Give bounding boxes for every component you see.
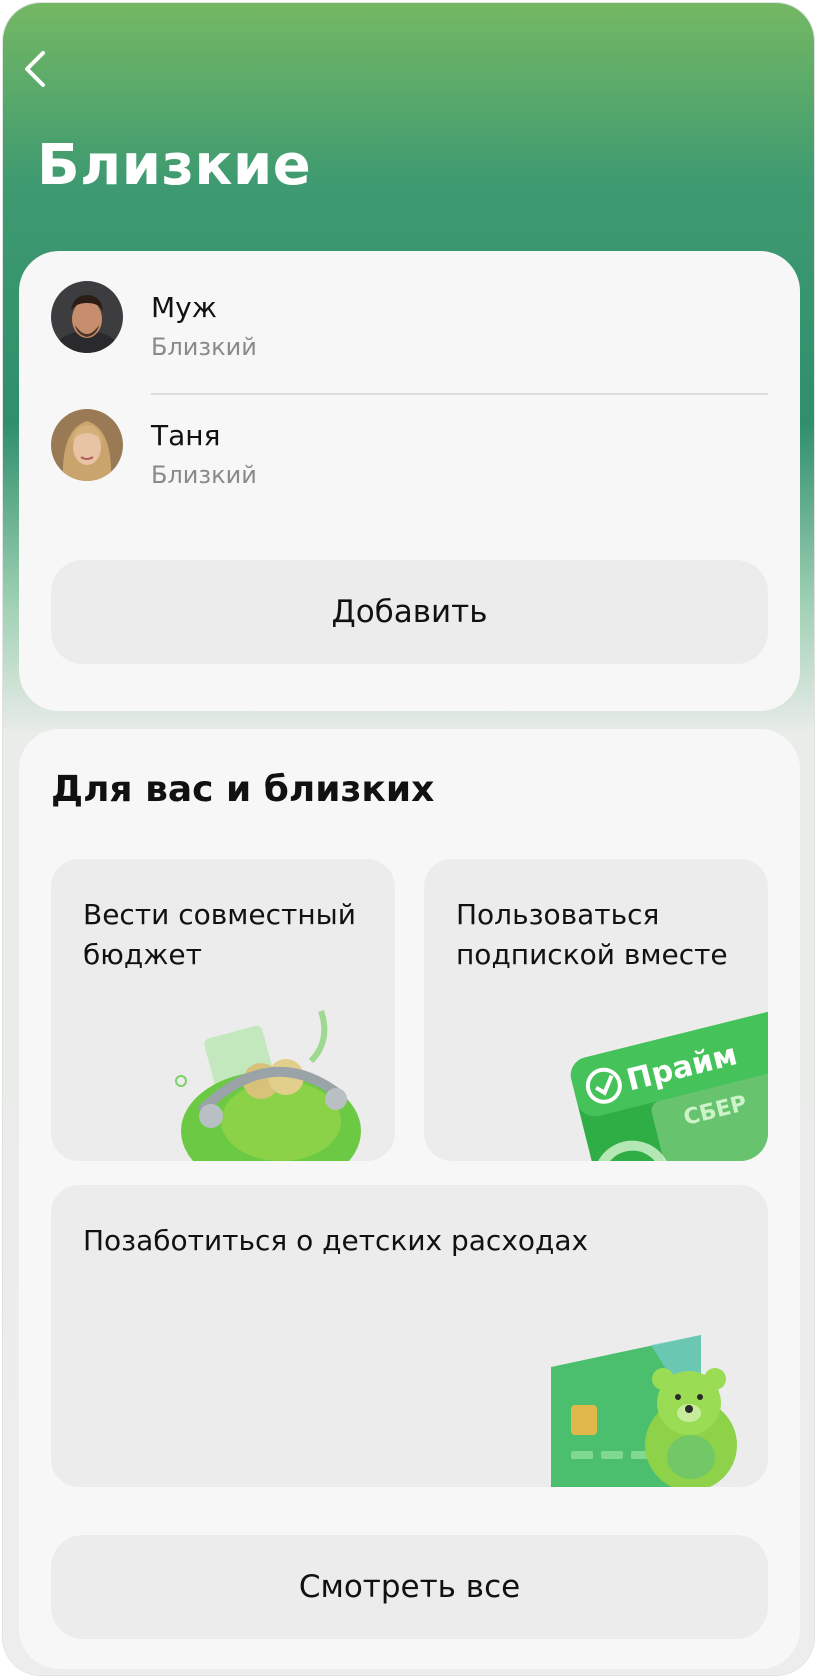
- tile-label: Позаботиться о детских расходах: [83, 1224, 589, 1257]
- avatar: [51, 281, 123, 353]
- screen: Близкие Муж Близкий Таня Близкий Добавит…: [3, 3, 814, 1675]
- kids-card-with-teddy-bear-illustration: [551, 1335, 737, 1487]
- prime-subscription-card-illustration: Прайм СБЕР: [570, 1010, 768, 1161]
- add-button[interactable]: Добавить: [51, 560, 768, 664]
- avatar: [51, 409, 123, 481]
- page-title: Близкие: [37, 133, 312, 198]
- tile-label: Пользоваться подпиской вместе: [456, 898, 728, 971]
- contact-role: Близкий: [151, 461, 257, 489]
- section-title: Для вас и близких: [51, 769, 435, 810]
- wallet-with-coins-illustration: [175, 1010, 361, 1161]
- contact-item-tanya[interactable]: Таня Близкий: [19, 409, 800, 519]
- contact-role: Близкий: [151, 333, 257, 361]
- divider: [151, 393, 768, 395]
- tile-kids-expenses[interactable]: Позаботиться о детских расходах: [51, 1185, 768, 1487]
- offers-card: Для вас и близких Вести совместный бюдже…: [19, 729, 800, 1669]
- tile-shared-budget[interactable]: Вести совместный бюджет: [51, 859, 395, 1161]
- contacts-card: Муж Близкий Таня Близкий Добавить: [19, 251, 800, 711]
- see-all-button[interactable]: Смотреть все: [51, 1535, 768, 1639]
- contact-name: Таня: [151, 419, 221, 452]
- contact-name: Муж: [151, 291, 217, 324]
- contact-item-husband[interactable]: Муж Близкий: [19, 281, 800, 391]
- tile-label: Вести совместный бюджет: [83, 898, 356, 971]
- tile-shared-subscription[interactable]: Пользоваться подпиской вместе Прайм СБЕР: [424, 859, 768, 1161]
- chevron-left-icon: [25, 51, 45, 87]
- back-button[interactable]: [21, 47, 55, 91]
